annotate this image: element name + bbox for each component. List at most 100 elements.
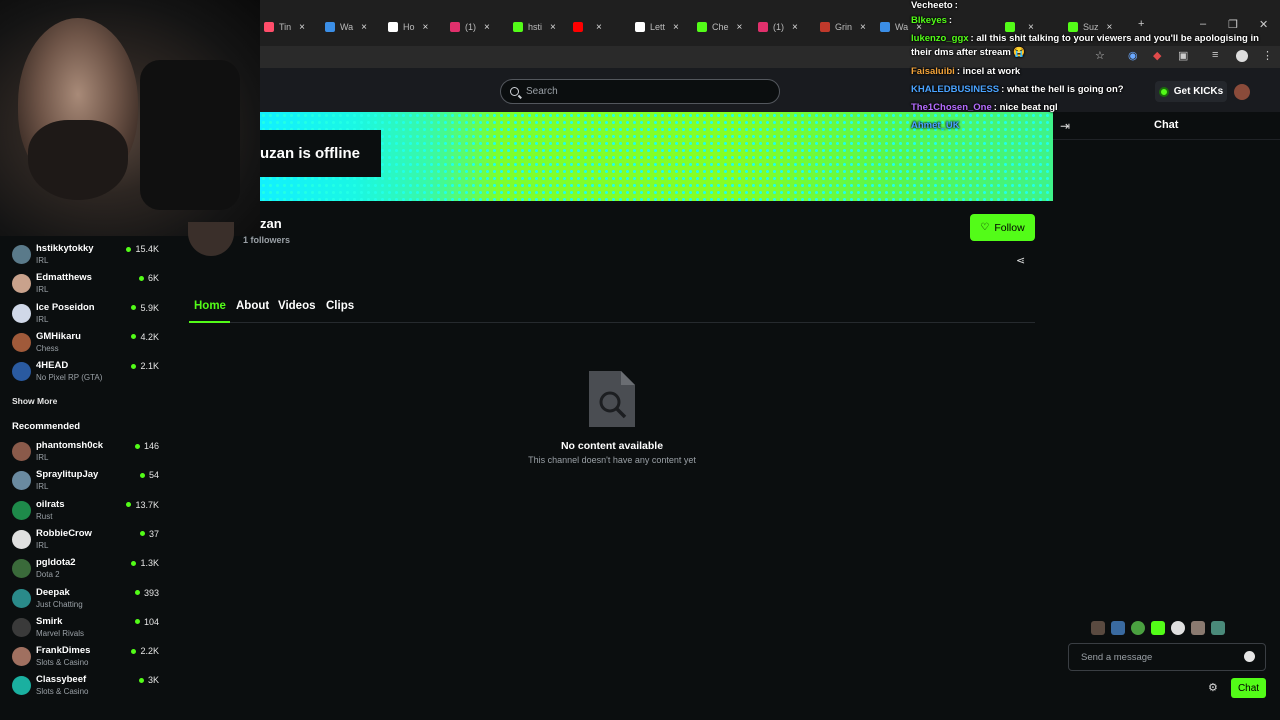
sidebar-channel-item[interactable]: pgldota2 Dota 2 1.3K <box>12 557 162 583</box>
emote-icon[interactable] <box>1091 621 1105 635</box>
close-tab-icon[interactable]: × <box>423 22 429 33</box>
chat-username[interactable]: KHALEDBUSINESS <box>911 84 999 95</box>
maximize-button[interactable]: ❐ <box>1228 18 1238 31</box>
sidebar-channel-item[interactable]: GMHikaru Chess 4.2K <box>12 331 162 357</box>
browser-tab[interactable]: Wa × <box>325 18 367 36</box>
chat-username[interactable]: Blkeyes <box>911 15 947 26</box>
close-tab-icon[interactable]: × <box>737 22 743 33</box>
chat-username[interactable]: lukenzo_ggx <box>911 33 969 44</box>
emote-icon[interactable] <box>1171 621 1185 635</box>
close-tab-icon[interactable]: × <box>550 22 556 33</box>
channel-avatar[interactable] <box>188 222 234 256</box>
browser-tab[interactable]: (1) × <box>450 18 490 36</box>
channel-name: Smirk <box>36 615 63 627</box>
chat-message-input[interactable]: Send a message <box>1068 643 1266 671</box>
channel-name: 4HEAD <box>36 360 69 372</box>
tab-home[interactable]: Home <box>194 300 226 312</box>
tab-videos[interactable]: Videos <box>278 300 316 312</box>
chat-username[interactable]: Faisaluibi <box>911 66 955 77</box>
new-tab-button[interactable]: + <box>1138 18 1144 30</box>
sidebar-channel-item[interactable]: phantomsh0ck IRL 146 <box>12 440 162 466</box>
close-tab-icon[interactable]: × <box>673 22 679 33</box>
extension-icon[interactable]: ◉ <box>1128 49 1138 62</box>
emote-icon[interactable] <box>1111 621 1125 635</box>
emote-icon[interactable] <box>1131 621 1145 635</box>
chat-username[interactable]: Vecheeto <box>911 0 953 11</box>
browser-tab[interactable]: × <box>573 18 602 36</box>
get-kicks-label: Get KICKs <box>1173 86 1224 97</box>
sidebar-channel-item[interactable]: FrankDimes Slots & Casino 2.2K <box>12 645 162 671</box>
chat-message: Vecheeto: <box>911 0 958 11</box>
channel-avatar <box>12 500 31 520</box>
emote-icon[interactable] <box>1211 621 1225 635</box>
chat-username[interactable]: The1Chosen_One <box>911 102 992 113</box>
close-tab-icon[interactable]: × <box>361 22 367 33</box>
sidebar-channel-item[interactable]: 4HEAD No Pixel RP (GTA) 2.1K <box>12 360 162 386</box>
menu-lines-icon[interactable]: ≡ <box>1212 49 1218 61</box>
send-chat-button[interactable]: Chat <box>1231 678 1266 698</box>
sidebar-channel-item[interactable]: Classybeef Slots & Casino 3K <box>12 674 162 700</box>
browser-tab[interactable]: Grin × <box>820 18 866 36</box>
browser-tab[interactable]: (1) × <box>758 18 798 36</box>
recommended-heading: Recommended <box>12 421 81 432</box>
tab-label: Che <box>712 22 729 32</box>
collapse-chat-icon[interactable]: ⇥ <box>1060 119 1070 133</box>
active-tab-indicator <box>189 321 230 323</box>
close-window-button[interactable]: ✕ <box>1259 18 1268 31</box>
close-tab-icon[interactable]: × <box>860 22 866 33</box>
empty-state-title: No content available <box>560 440 664 452</box>
tab-favicon-icon <box>758 22 768 32</box>
search-input[interactable]: Search <box>500 79 780 104</box>
extension-icon[interactable]: ◆ <box>1153 49 1161 62</box>
browser-tab[interactable]: Che × <box>697 18 742 36</box>
close-tab-icon[interactable]: × <box>792 22 798 33</box>
share-icon[interactable]: ⋖ <box>1016 254 1025 267</box>
channel-name: pgldota2 <box>36 557 76 569</box>
viewer-count: 104 <box>134 617 159 627</box>
get-kicks-button[interactable]: Get KICKs <box>1155 81 1227 102</box>
puzzle-icon[interactable]: ▣ <box>1178 49 1188 62</box>
tab-clips[interactable]: Clips <box>326 300 354 312</box>
chat-username[interactable]: Ahmet_UK <box>911 120 960 131</box>
user-avatar[interactable] <box>1234 84 1250 100</box>
minimize-button[interactable]: – <box>1200 18 1206 30</box>
chat-message: Blkeyes: <box>911 15 952 26</box>
browser-tab[interactable]: hsti × <box>513 18 556 36</box>
close-tab-icon[interactable]: × <box>596 22 602 33</box>
emoji-icon[interactable] <box>1244 651 1255 662</box>
close-tab-icon[interactable]: × <box>484 22 490 33</box>
show-more-button[interactable]: Show More <box>12 396 57 406</box>
kebab-menu-icon[interactable]: ⋮ <box>1262 49 1273 62</box>
close-tab-icon[interactable]: × <box>1028 22 1034 33</box>
live-dot-icon <box>126 502 132 508</box>
profile-icon[interactable] <box>1236 50 1248 62</box>
channel-name: hstikkytokky <box>36 243 94 254</box>
tab-label: hsti <box>528 22 543 32</box>
sidebar-channel-item[interactable]: SpraylitupJay IRL 54 <box>12 469 162 495</box>
bookmark-star-icon[interactable]: ☆ <box>1095 49 1105 62</box>
tab-label: (1) <box>773 22 784 32</box>
gear-icon[interactable]: ⚙ <box>1208 681 1218 694</box>
sidebar-channel-item[interactable]: Deepak Just Chatting 393 <box>12 587 162 613</box>
close-tab-icon[interactable]: × <box>1107 22 1113 33</box>
tab-about[interactable]: About <box>236 300 269 312</box>
viewer-count-value: 6K <box>147 273 159 284</box>
sidebar-channel-item[interactable]: Edmatthews IRL 6K <box>12 272 162 298</box>
sidebar-channel-item[interactable]: RobbieCrow IRL 37 <box>12 528 162 554</box>
emote-icon[interactable] <box>1151 621 1165 635</box>
browser-tab[interactable]: Lett × <box>635 18 679 36</box>
tab-label: Grin <box>835 22 853 32</box>
close-tab-icon[interactable]: × <box>299 22 305 33</box>
follow-button[interactable]: ♡ Follow <box>970 214 1035 241</box>
sidebar-channel-item[interactable]: oilrats Rust 13.7K <box>12 499 162 525</box>
channel-category: Just Chatting <box>36 599 83 609</box>
viewer-count-value: 54 <box>148 470 159 481</box>
browser-tab[interactable]: Tin × <box>264 18 305 36</box>
emote-icon[interactable] <box>1191 621 1205 635</box>
browser-tab[interactable]: Ho × <box>388 18 428 36</box>
kicks-coin-icon <box>1158 86 1169 97</box>
chat-title: Chat <box>1154 119 1179 131</box>
sidebar-channel-item[interactable]: Ice Poseidon IRL 5.9K <box>12 302 162 328</box>
sidebar-channel-item[interactable]: Smirk Marvel Rivals 104 <box>12 616 162 642</box>
sidebar-channel-item[interactable]: hstikkytokky IRL 15.4K <box>12 243 162 269</box>
